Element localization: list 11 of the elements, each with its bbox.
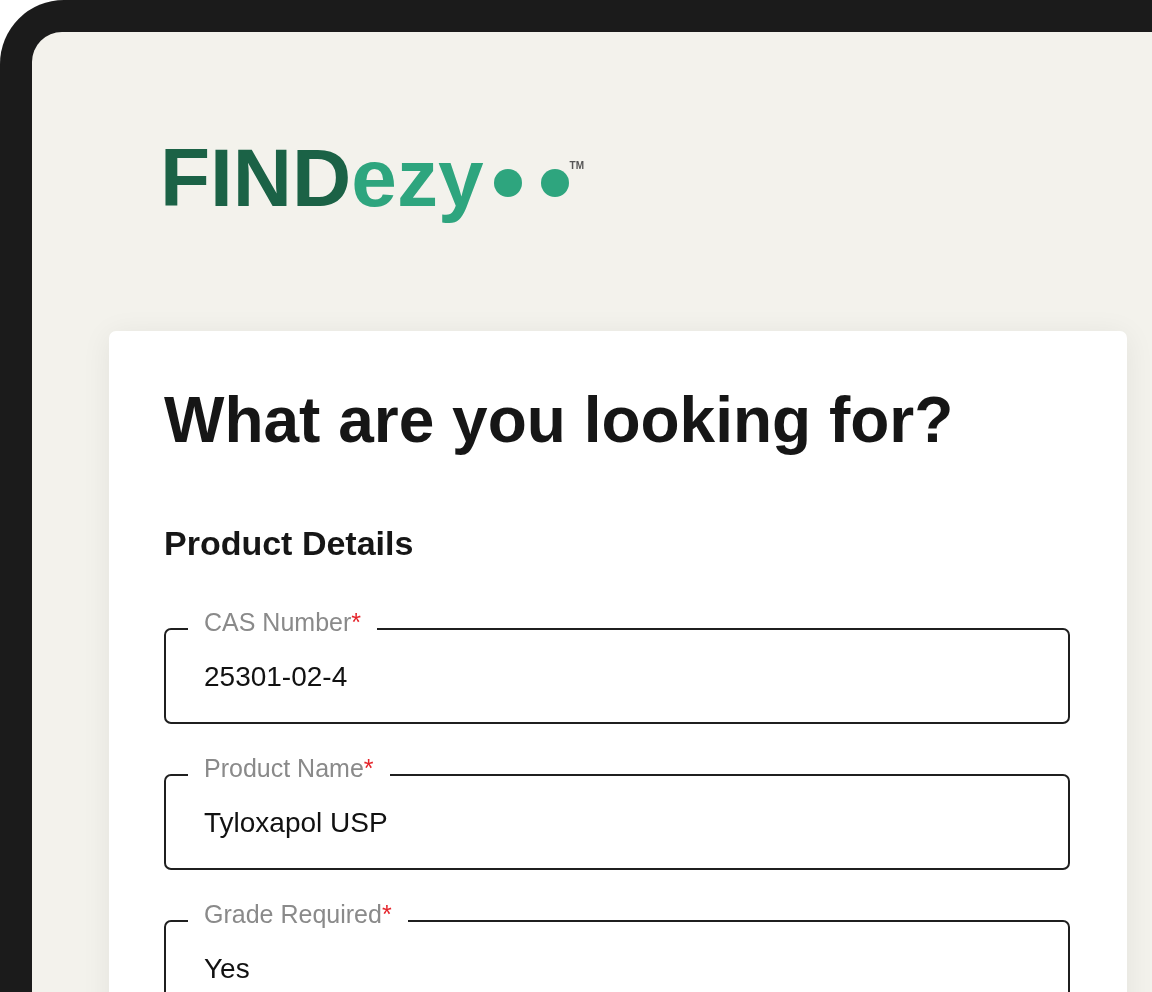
input-field[interactable]: Product Name* Tyloxapol USP bbox=[164, 756, 1070, 870]
trademark-mark: TM bbox=[569, 161, 584, 171]
form-title: What are you looking for? bbox=[164, 383, 955, 458]
field-label: Grade Required* bbox=[203, 902, 393, 930]
input-field[interactable]: Grade Required* Yes bbox=[164, 902, 1070, 992]
field-label: CAS Number* bbox=[203, 610, 362, 638]
dot-icon bbox=[540, 169, 569, 197]
input-field[interactable]: CAS Number* 25301-02-4 bbox=[164, 610, 1070, 724]
dot-icon bbox=[493, 169, 522, 197]
section-title: Product Details bbox=[164, 523, 415, 563]
field-label: Product Name* bbox=[203, 756, 375, 784]
